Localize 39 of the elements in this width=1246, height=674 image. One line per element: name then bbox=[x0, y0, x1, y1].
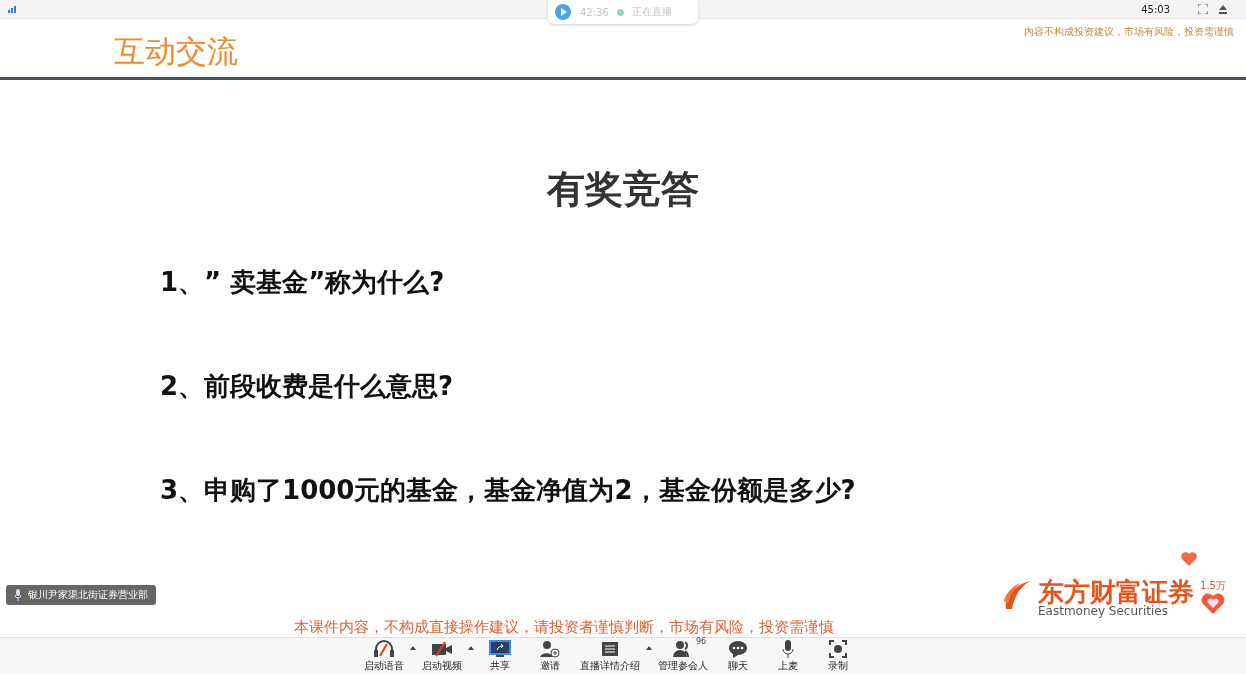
clock: 45:03 bbox=[1141, 3, 1170, 15]
status-dot-icon bbox=[616, 8, 624, 16]
toolbar-button[interactable]: 邀请 bbox=[526, 637, 574, 674]
speaker-name: 银川尹家渠北街证券营业部 bbox=[28, 588, 148, 602]
disclaimer: 内容不构成投资建议，市场有风险，投资需谨慎 bbox=[1024, 25, 1234, 39]
heart-icon[interactable] bbox=[1180, 551, 1198, 567]
signal-icon bbox=[8, 5, 18, 13]
dropdown-caret-icon[interactable] bbox=[468, 646, 474, 650]
question: 2、前段收费是什么意思? bbox=[160, 370, 455, 403]
toolbar-button[interactable]: 启动视频 bbox=[418, 637, 466, 674]
dropdown-caret-icon[interactable] bbox=[646, 646, 652, 650]
slide-header: 互动交流 bbox=[114, 32, 238, 71]
toolbar-button[interactable]: 96 管理参会人 bbox=[654, 637, 712, 674]
toolbar-button[interactable]: 启动语音 bbox=[360, 637, 408, 674]
play-icon bbox=[554, 3, 572, 21]
toolbar-button[interactable]: 录制 bbox=[814, 637, 862, 674]
record-icon bbox=[829, 639, 847, 658]
toolbar-button[interactable]: 聊天 bbox=[714, 637, 762, 674]
toolbar-button[interactable]: 直播详情介绍 bbox=[576, 637, 644, 674]
live-timer: 42:36 bbox=[580, 6, 609, 18]
toolbar-button[interactable]: 上麦 bbox=[764, 637, 812, 674]
dropdown-caret-icon[interactable] bbox=[410, 646, 416, 650]
question: 3、申购了1000元的基金，基金净值为2，基金份额是多少? bbox=[160, 474, 857, 507]
eject-icon[interactable] bbox=[1218, 4, 1228, 14]
headset-icon bbox=[373, 639, 395, 658]
footer-note: 本课件内容，不构成直接操作建议，请投资者谨慎判断，市场有风险，投资需谨慎 bbox=[294, 618, 834, 637]
camera-icon bbox=[431, 640, 453, 657]
microphone-icon bbox=[14, 589, 22, 601]
toolbar-button[interactable]: 共享 bbox=[476, 637, 524, 674]
like-count: 1.5万 bbox=[1200, 579, 1226, 593]
fullscreen-icon[interactable] bbox=[1198, 4, 1208, 14]
logo-english: Eastmoney Securities bbox=[1038, 605, 1168, 617]
slide-title: 有奖竞答 bbox=[546, 166, 700, 213]
microphone-icon bbox=[782, 639, 794, 658]
document-icon bbox=[601, 640, 619, 657]
heart-icon[interactable] bbox=[1200, 593, 1226, 615]
participant-count: 96 bbox=[696, 636, 707, 646]
logo-name: 东方财富证券 bbox=[1038, 579, 1194, 605]
question: 1、” 卖基金”称为什么? bbox=[160, 266, 446, 299]
